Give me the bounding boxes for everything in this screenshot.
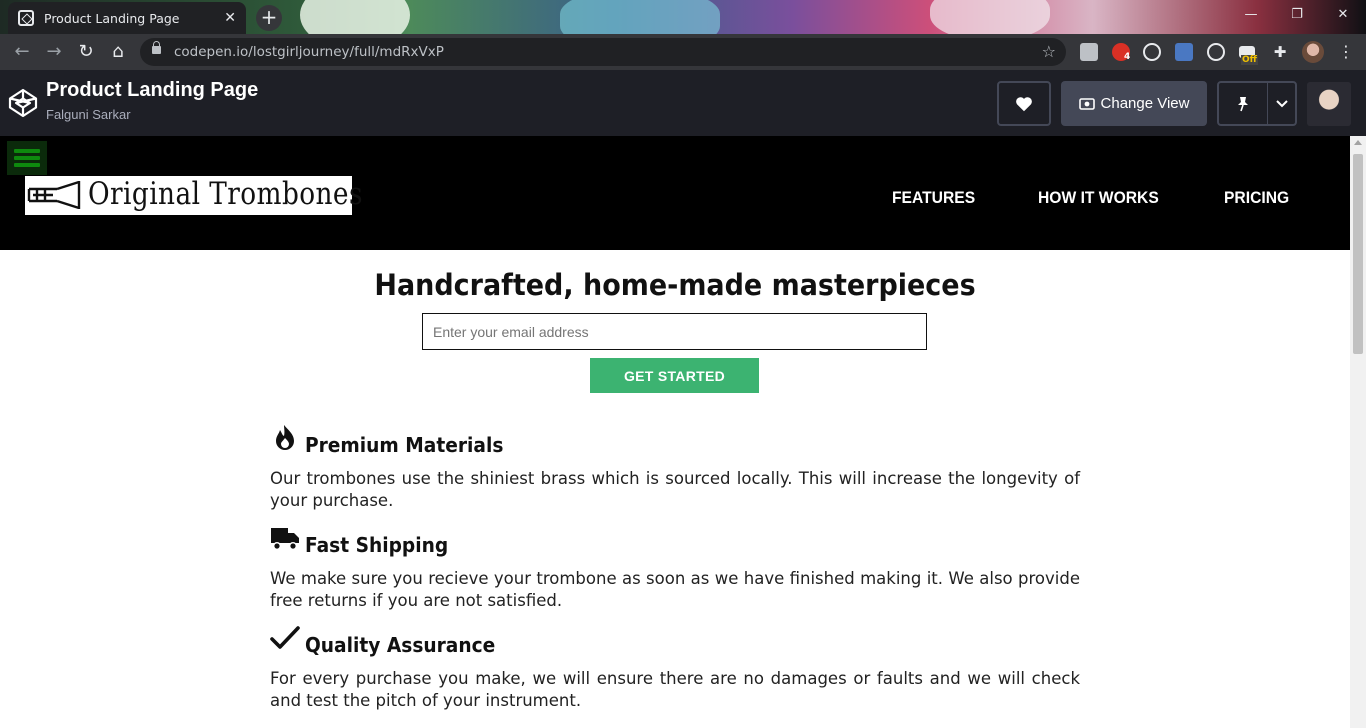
pen-author[interactable]: Falguni Sarkar [46, 107, 131, 122]
fire-icon [276, 425, 294, 450]
profile-avatar[interactable] [1302, 41, 1324, 63]
page-scrollbar[interactable] [1350, 136, 1366, 728]
restore-button[interactable]: ❐ [1274, 0, 1320, 30]
truck-icon [271, 528, 299, 551]
back-button[interactable]: ← [10, 40, 34, 64]
codepen-logo-icon[interactable] [8, 88, 38, 118]
feature-description: We make sure you recieve your trombone a… [270, 569, 1080, 610]
browser-menu-icon[interactable]: ⋮ [1334, 40, 1358, 64]
home-button[interactable]: ⌂ [106, 40, 130, 64]
heart-icon [1016, 96, 1032, 111]
extension-icon[interactable]: Off [1239, 46, 1258, 65]
feature-description: For every purchase you make, we will ens… [270, 669, 1080, 710]
scrollbar-thumb[interactable] [1353, 154, 1363, 354]
bookmark-star-icon[interactable]: ☆ [1042, 38, 1056, 66]
reload-button[interactable]: ↻ [74, 40, 98, 64]
chevron-down-icon [1275, 99, 1288, 107]
tab-title: Product Landing Page [44, 10, 180, 26]
minimize-button[interactable]: — [1228, 0, 1274, 30]
scroll-up-icon[interactable] [1354, 140, 1362, 145]
logo-text: Original Trombones [88, 176, 363, 212]
extension-off-badge: Off [1241, 55, 1258, 65]
change-view-label: Change View [1100, 95, 1190, 112]
trombone-icon [27, 181, 81, 209]
extension-icon[interactable] [1143, 43, 1161, 61]
theme-artwork [300, 0, 410, 34]
pin-icon [1238, 96, 1248, 111]
codepen-header: Product Landing Page Falguni Sarkar Chan… [0, 70, 1366, 136]
site-logo[interactable]: Original Trombones [25, 176, 362, 215]
get-started-button[interactable]: GET STARTED [590, 358, 759, 393]
tab-close-icon[interactable]: ✕ [224, 10, 236, 26]
extension-icon[interactable] [1175, 43, 1193, 61]
address-bar[interactable]: codepen.io/lostgirljourney/full/mdRxVxP … [140, 38, 1066, 66]
email-input[interactable] [422, 313, 927, 350]
extension-badge: 4 [1124, 52, 1131, 62]
check-icon [270, 626, 300, 649]
extension-icon[interactable]: 4 [1112, 43, 1131, 62]
feature-description: Our trombones use the shiniest brass whi… [270, 469, 1080, 510]
love-button[interactable] [997, 81, 1051, 126]
eye-icon [1078, 97, 1095, 110]
browser-toolbar: ← → ↻ ⌂ codepen.io/lostgirljourney/full/… [0, 34, 1366, 70]
new-tab-button[interactable]: + [256, 5, 282, 31]
browser-tab[interactable]: Product Landing Page ✕ [8, 2, 246, 34]
extension-icon[interactable] [1080, 43, 1098, 61]
feature-title: Premium Materials [305, 433, 504, 457]
site-navbar: Original Trombones FEATURES HOW IT WORKS… [0, 136, 1350, 250]
pen-preview: Original Trombones FEATURES HOW IT WORKS… [0, 136, 1350, 728]
user-avatar[interactable] [1307, 82, 1351, 126]
feature-title: Fast Shipping [305, 533, 449, 557]
browser-tab-strip: Product Landing Page ✕ + — ❐ ✕ [0, 0, 1366, 34]
window-close-button[interactable]: ✕ [1320, 0, 1366, 30]
url-text: codepen.io/lostgirljourney/full/mdRxVxP [174, 44, 444, 60]
theme-artwork [930, 0, 1050, 34]
nav-link-pricing[interactable]: PRICING [1224, 188, 1289, 208]
forward-button[interactable]: → [42, 40, 66, 64]
feature-title: Quality Assurance [305, 633, 496, 657]
hero-heading: Handcrafted, home-made masterpieces [374, 268, 976, 302]
pin-dropdown-button[interactable] [1267, 81, 1297, 126]
pin-button[interactable] [1217, 81, 1269, 126]
extensions-puzzle-icon[interactable]: ✚ [1271, 43, 1289, 61]
hamburger-menu-icon[interactable] [7, 141, 47, 175]
nav-link-features[interactable]: FEATURES [892, 188, 975, 208]
change-view-button[interactable]: Change View [1061, 81, 1207, 126]
nav-link-how-it-works[interactable]: HOW IT WORKS [1038, 188, 1159, 208]
codepen-favicon-icon [18, 10, 34, 26]
pen-title: Product Landing Page [46, 79, 259, 101]
lock-icon [152, 41, 161, 54]
theme-artwork [560, 0, 720, 34]
extension-icon[interactable] [1207, 43, 1225, 61]
